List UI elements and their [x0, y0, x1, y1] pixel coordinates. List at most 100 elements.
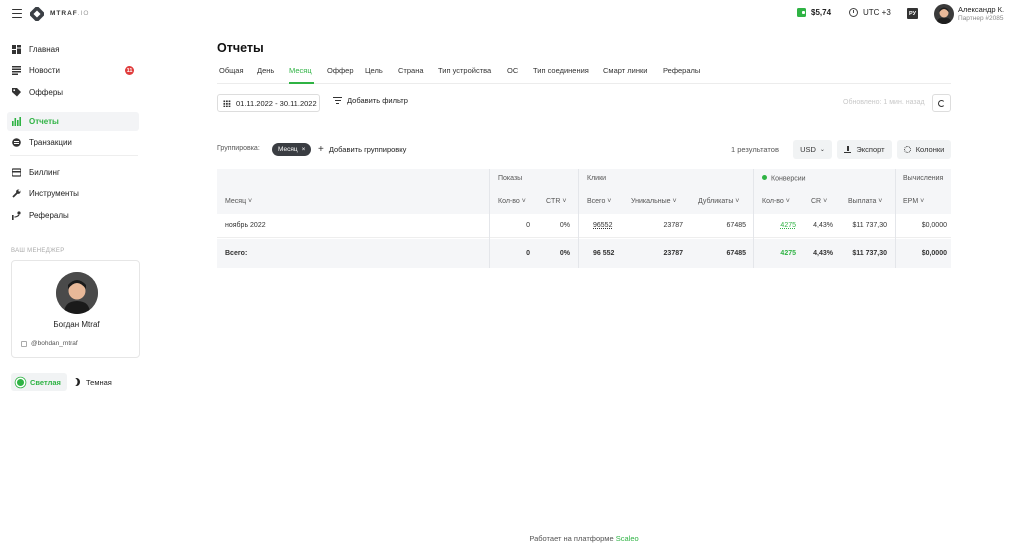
clock-icon	[849, 8, 858, 17]
balance-value: $5,74	[811, 8, 832, 17]
column-divider	[753, 169, 754, 268]
tab-referrals[interactable]: Рефералы	[663, 66, 700, 75]
billing-icon	[12, 168, 21, 177]
total-shows-count: 0	[526, 250, 530, 257]
col-ctr[interactable]: CTR ˅	[546, 198, 566, 205]
menu-icon[interactable]	[12, 9, 22, 18]
sidebar-item-reports[interactable]: Отчеты	[7, 112, 139, 131]
cell-clicks-total[interactable]: 96552	[593, 222, 612, 229]
cell-ctr: 0%	[559, 222, 570, 229]
sidebar: Главная Новости 11 Офферы Отчеты Транзак…	[0, 28, 150, 554]
avatar-person-icon	[56, 272, 98, 314]
col-duplicates[interactable]: Дубликаты ˅	[698, 198, 739, 205]
table-row	[217, 214, 951, 238]
table-total-row	[217, 239, 951, 268]
chevron-down-icon: ⌄	[819, 147, 825, 153]
group-clicks: Клики	[587, 175, 607, 182]
total-clicks-total: 96 552	[593, 250, 615, 257]
tab-goal[interactable]: Цель	[365, 66, 383, 75]
tab-offer[interactable]: Оффер	[327, 66, 354, 75]
tab-general[interactable]: Общая	[219, 66, 244, 75]
col-unique[interactable]: Уникальные ˅	[631, 198, 677, 205]
date-range-value: 01.11.2022 - 30.11.2022	[236, 98, 317, 108]
divider	[10, 155, 138, 156]
user-name[interactable]: Александр К.	[958, 5, 1004, 14]
sidebar-item-referrals[interactable]: Рефералы	[7, 206, 139, 225]
language-switch[interactable]: РУ	[907, 8, 918, 19]
col-month[interactable]: Месяц ˅	[225, 198, 252, 205]
sidebar-item-label: Рефералы	[29, 211, 69, 220]
theme-dark-button[interactable]: Темная	[73, 373, 112, 391]
wrench-icon	[12, 189, 21, 198]
currency-select[interactable]: USD ⌄	[793, 140, 832, 159]
logo-icon[interactable]	[30, 7, 44, 21]
cell-shows-count: 0	[526, 222, 530, 229]
sidebar-item-offers[interactable]: Офферы	[7, 83, 139, 102]
tab-os[interactable]: ОС	[507, 66, 518, 75]
cell-epm: $0,0000	[921, 222, 947, 229]
footer-text: Работает на платформе	[529, 534, 614, 543]
manager-section-title: ВАШ МЕНЕДЖЕР	[11, 248, 65, 254]
sidebar-item-label: Транзакции	[29, 138, 72, 147]
balance[interactable]: $5,74	[797, 8, 831, 17]
total-cr: 4,43%	[813, 250, 833, 257]
sidebar-item-label: Новости	[29, 66, 60, 75]
col-cr[interactable]: CR ˅	[811, 198, 827, 205]
sun-icon	[17, 378, 24, 386]
group-shows: Показы	[498, 175, 523, 182]
refresh-button[interactable]	[932, 94, 951, 112]
close-icon[interactable]: ×	[302, 146, 306, 153]
sidebar-item-label: Офферы	[29, 88, 64, 97]
tab-month[interactable]: Месяц	[289, 66, 312, 75]
cell-conv-count[interactable]: 4275	[780, 222, 796, 229]
telegram-icon	[21, 340, 27, 347]
moon-icon	[73, 378, 80, 386]
manager-contact[interactable]: @bohdan_mtraf	[21, 340, 78, 347]
theme-light-button[interactable]: Светлая	[11, 373, 67, 391]
timezone[interactable]: UTC +3	[849, 8, 891, 17]
col-epm[interactable]: EPM ˅	[903, 198, 924, 205]
cell-payout: $11 737,30	[852, 222, 887, 229]
sidebar-item-billing[interactable]: Биллинг	[7, 163, 139, 182]
currency-value: USD	[800, 145, 816, 154]
user-avatar[interactable]	[934, 4, 954, 24]
avatar-person-icon	[937, 7, 951, 24]
grouping-chip[interactable]: Месяц ×	[272, 143, 312, 156]
group-conversions: Конверсии	[762, 175, 806, 183]
user-partner-id: Партнер #2085	[958, 15, 1004, 22]
tag-icon	[12, 88, 21, 97]
col-clicks-total[interactable]: Всего ˅	[587, 198, 611, 205]
top-bar: MTRAF.IO $5,74 UTC +3 РУ Александр К. Па…	[0, 0, 1024, 28]
sidebar-item-tools[interactable]: Инструменты	[7, 184, 139, 203]
sidebar-item-home[interactable]: Главная	[7, 40, 139, 59]
tab-device-type[interactable]: Тип устройства	[438, 66, 491, 75]
table-header	[217, 189, 951, 214]
footer-link[interactable]: Scaleo	[616, 534, 639, 543]
news-icon	[12, 66, 21, 75]
add-filter-button[interactable]: Добавить фильтр	[333, 96, 408, 105]
cell-duplicates: 67485	[726, 222, 746, 229]
dashboard-icon	[12, 45, 21, 54]
tab-connection-type[interactable]: Тип соединения	[533, 66, 589, 75]
sidebar-item-transactions[interactable]: Транзакции	[7, 133, 139, 152]
export-button[interactable]: Экспорт	[837, 140, 892, 159]
date-range-picker[interactable]: 01.11.2022 - 30.11.2022	[217, 94, 320, 112]
transactions-icon	[12, 138, 21, 147]
grouping-label: Группировка:	[217, 145, 260, 152]
calendar-icon	[223, 99, 231, 107]
results-count: 1 результатов	[731, 145, 779, 154]
refresh-icon	[938, 99, 945, 107]
add-grouping-button[interactable]: + Добавить группировку	[318, 145, 406, 155]
col-conv-count[interactable]: Кол-во ˅	[762, 198, 790, 205]
tab-smart-links[interactable]: Смарт линки	[603, 66, 647, 75]
report-table: Показы Клики Конверсии Вычисления Месяц …	[217, 169, 951, 268]
logo-text: MTRAF.IO	[50, 10, 90, 17]
tab-day[interactable]: День	[257, 66, 274, 75]
sidebar-item-news[interactable]: Новости 11	[7, 61, 139, 80]
cell-cr: 4,43%	[813, 222, 833, 229]
col-shows-count[interactable]: Кол-во ˅	[498, 198, 526, 205]
columns-button[interactable]: Колонки	[897, 140, 951, 159]
tab-country[interactable]: Страна	[398, 66, 424, 75]
col-payout[interactable]: Выплата ˅	[848, 198, 882, 205]
news-count-badge: 11	[125, 66, 134, 75]
